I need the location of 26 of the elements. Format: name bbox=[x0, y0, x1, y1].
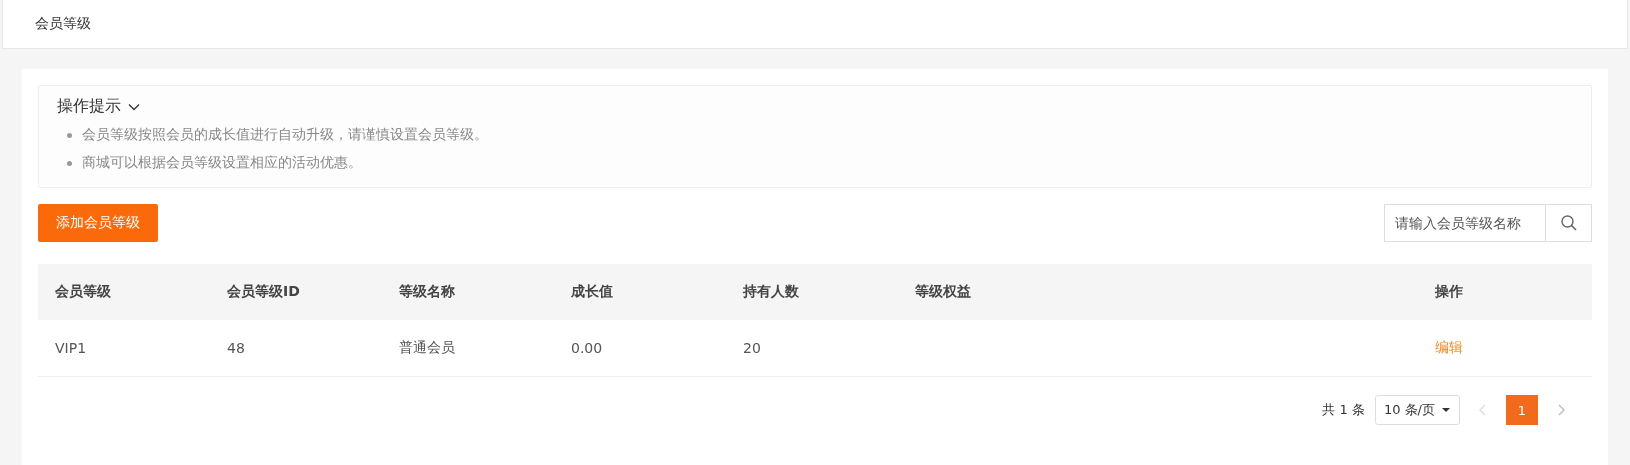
column-header: 会员等级ID bbox=[227, 283, 301, 301]
table-cell-text: 普通会员 bbox=[399, 339, 456, 357]
edit-link[interactable]: 编辑 bbox=[1435, 339, 1463, 355]
total-count: 共 1 条 bbox=[1322, 401, 1365, 419]
column-header: 成长值 bbox=[571, 283, 614, 301]
column-header: 操作 bbox=[1435, 283, 1463, 301]
next-page-icon[interactable] bbox=[1556, 403, 1566, 417]
search-button[interactable] bbox=[1546, 204, 1592, 242]
table-cell-text: 20 bbox=[743, 340, 762, 356]
tips-title: 操作提示 bbox=[57, 96, 121, 117]
add-level-button[interactable]: 添加会员等级 bbox=[38, 204, 158, 242]
column-header: 持有人数 bbox=[743, 283, 800, 301]
page-title: 会员等级 bbox=[35, 15, 91, 33]
caret-icon bbox=[1441, 405, 1451, 415]
tip-text: 商城可以根据会员等级设置相应的活动优惠。 bbox=[82, 154, 362, 172]
tip-text: 会员等级按照会员的成长值进行自动升级，请谨慎设置会员等级。 bbox=[82, 126, 488, 144]
search-icon bbox=[1559, 214, 1578, 232]
search-field[interactable]: 请输入会员等级名称 bbox=[1384, 204, 1546, 242]
column-header: 等级名称 bbox=[399, 283, 456, 301]
page-button[interactable]: 1 bbox=[1506, 395, 1538, 425]
column-header: 会员等级 bbox=[55, 283, 112, 301]
table-cell-text: 48 bbox=[227, 340, 246, 356]
table-cell-text: 0.00 bbox=[571, 340, 604, 356]
column-header: 等级权益 bbox=[915, 283, 972, 301]
table-cell-text: VIP1 bbox=[55, 340, 88, 356]
page-size-select[interactable]: 10 条/页 bbox=[1374, 395, 1460, 425]
